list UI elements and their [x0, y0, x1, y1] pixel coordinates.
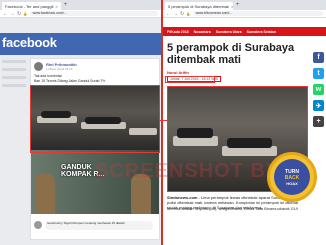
comment-text: Goodmorny Teguh Rompen menleng menhesek …: [45, 221, 153, 230]
forward-icon[interactable]: →: [173, 11, 178, 17]
facebook-header: facebook: [0, 33, 161, 55]
sidebar-item[interactable]: [2, 76, 26, 79]
lock-icon: 🔒: [23, 11, 28, 16]
highlight-box-article-date: [165, 76, 215, 83]
news-nav-bar: PilKada 2018 Nusantara Sumatera Utara Sumat…: [163, 27, 326, 36]
back-icon[interactable]: ←: [166, 11, 171, 17]
connector-line: [160, 120, 167, 121]
article-body: Mereka adalah Suyono (40), warga Rawat, …: [167, 206, 298, 211]
left-url-bar: ← → ↻ 🔒 www.facebook.com/...: [0, 10, 161, 18]
highlight-box-facebook-photo: [30, 85, 160, 153]
share-icon[interactable]: +: [313, 116, 324, 127]
post-time[interactable]: 1 Maret pukul 18.15: [46, 67, 73, 71]
avatar[interactable]: [34, 62, 43, 71]
post-text: Tak ada komentar Ban 15 Teroris Ditang J…: [34, 74, 105, 83]
telegram-share-icon[interactable]: ✈: [313, 100, 324, 111]
reload-icon[interactable]: ↻: [17, 11, 21, 17]
close-icon[interactable]: ×: [231, 4, 233, 9]
news-nav-item[interactable]: PilKada 2018: [167, 30, 189, 34]
right-tab-title: 5 perampok di Surabaya ditembak: [168, 3, 229, 9]
officer-figure: [35, 174, 55, 214]
whatsapp-share-icon[interactable]: w: [313, 84, 324, 95]
badge-inner: TURN BACK HOAX: [274, 159, 310, 195]
avatar[interactable]: [34, 221, 42, 229]
turnbackhoax-badge: TURN BACK HOAX: [267, 152, 317, 202]
right-tab[interactable]: 5 perampok di Surabaya ditembak ×: [165, 2, 233, 10]
right-url-bar: ← → ↻ 🔒 www.tribunnews.com/...: [163, 10, 326, 18]
close-icon[interactable]: ×: [55, 4, 57, 9]
forward-icon[interactable]: →: [10, 11, 15, 17]
left-tab[interactable]: Facebook - Ter and panggil ×: [2, 2, 61, 10]
facebook-logo[interactable]: facebook: [2, 35, 57, 50]
left-tab-bar: Facebook - Ter and panggil × +: [0, 0, 161, 10]
post-text-line: Ban 15 Teroris Ditang Jalan Gandul Surab…: [34, 78, 106, 83]
left-url-field[interactable]: www.facebook.com/...: [29, 11, 158, 16]
lock-icon: 🔒: [186, 11, 191, 16]
right-url-field[interactable]: www.tribunnews.com/...: [192, 11, 323, 16]
facebook-sidebar: [2, 60, 26, 92]
news-nav-item[interactable]: Nusantara: [194, 30, 211, 34]
sidebar-item[interactable]: [2, 60, 26, 63]
back-icon[interactable]: ←: [3, 11, 8, 17]
new-tab-icon[interactable]: +: [236, 2, 240, 8]
news-nav-item[interactable]: Sumatera Selatan: [247, 30, 276, 34]
news-nav-item[interactable]: Sumatera Utara: [216, 30, 242, 34]
right-tab-bar: 5 perampok di Surabaya ditembak × +: [163, 0, 326, 10]
facebook-share-icon[interactable]: f: [313, 52, 324, 63]
sidebar-item[interactable]: [2, 68, 26, 71]
twitter-share-icon[interactable]: t: [313, 68, 324, 79]
article-headline: 5 perampok di Surabaya ditembak mati: [167, 42, 295, 66]
watermark-text: SCREENSHOT BY: [95, 160, 281, 182]
left-tab-title: Facebook - Ter and panggil: [5, 3, 54, 9]
new-tab-icon[interactable]: +: [64, 2, 68, 8]
sidebar-item[interactable]: [2, 84, 26, 87]
article-byline[interactable]: Nurul Arifin: [167, 70, 189, 75]
badge-line3: HOAX: [286, 180, 298, 186]
reload-icon[interactable]: ↻: [180, 11, 184, 17]
